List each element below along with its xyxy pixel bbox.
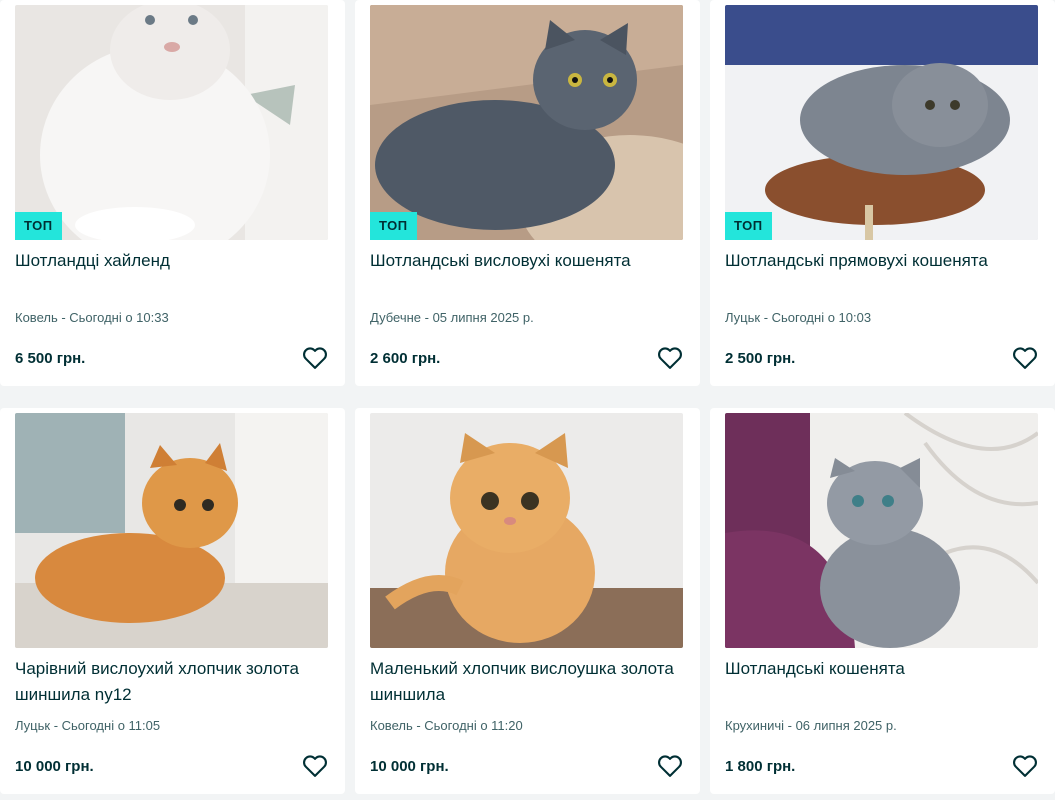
listing-card[interactable]: ТОП Шотландські прямовухі кошенята Луцьк… [710, 0, 1055, 386]
listing-photo[interactable] [370, 5, 683, 240]
listing-title[interactable]: Шотландські висловухі кошенята [370, 248, 685, 274]
listing-photo[interactable] [15, 5, 328, 240]
listing-location-date: Ковель - Сьогодні о 11:20 [370, 718, 523, 733]
listing-location-date: Луцьк - Сьогодні о 11:05 [15, 718, 161, 733]
listing-price: 10 000 грн. [15, 758, 94, 775]
listing-title[interactable]: Шотландці хайленд [15, 248, 330, 274]
listing-price: 10 000 грн. [370, 758, 449, 775]
listing-photo[interactable] [15, 413, 328, 648]
listing-title[interactable]: Чарівний вислоухий хлопчик золота шиншил… [15, 656, 330, 708]
listing-title[interactable]: Шотландські прямовухі кошенята [725, 248, 1040, 274]
listing-price: 6 500 грн. [15, 350, 86, 367]
listing-card[interactable]: Чарівний вислоухий хлопчик золота шиншил… [0, 408, 345, 794]
listing-photo[interactable] [725, 5, 1038, 240]
listing-title[interactable]: Шотландські кошенята [725, 656, 1040, 682]
listing-title[interactable]: Маленький хлопчик вислоушка золота шинши… [370, 656, 685, 708]
listing-location-date: Дубечне - 05 липня 2025 р. [370, 310, 534, 325]
top-badge: ТОП [370, 212, 417, 240]
favorite-heart-icon[interactable] [656, 344, 684, 372]
favorite-heart-icon[interactable] [1011, 752, 1039, 780]
listing-card[interactable]: Шотландські кошенята Крухиничі - 06 липн… [710, 408, 1055, 794]
listing-location-date: Луцьк - Сьогодні о 10:03 [725, 310, 872, 325]
listing-price: 2 600 грн. [370, 350, 441, 367]
listing-location-date: Ковель - Сьогодні о 10:33 [15, 310, 169, 325]
favorite-heart-icon[interactable] [656, 752, 684, 780]
listing-price: 1 800 грн. [725, 758, 796, 775]
listing-card[interactable]: ТОП Шотландці хайленд Ковель - Сьогодні … [0, 0, 345, 386]
favorite-heart-icon[interactable] [301, 752, 329, 780]
listing-photo[interactable] [725, 413, 1038, 648]
listing-card[interactable]: Маленький хлопчик вислоушка золота шинши… [355, 408, 700, 794]
listing-card[interactable]: ТОП Шотландські висловухі кошенята Дубеч… [355, 0, 700, 386]
top-badge: ТОП [725, 212, 772, 240]
listing-price: 2 500 грн. [725, 350, 796, 367]
top-badge: ТОП [15, 212, 62, 240]
favorite-heart-icon[interactable] [1011, 344, 1039, 372]
listing-photo[interactable] [370, 413, 683, 648]
favorite-heart-icon[interactable] [301, 344, 329, 372]
listing-location-date: Крухиничі - 06 липня 2025 р. [725, 718, 897, 733]
